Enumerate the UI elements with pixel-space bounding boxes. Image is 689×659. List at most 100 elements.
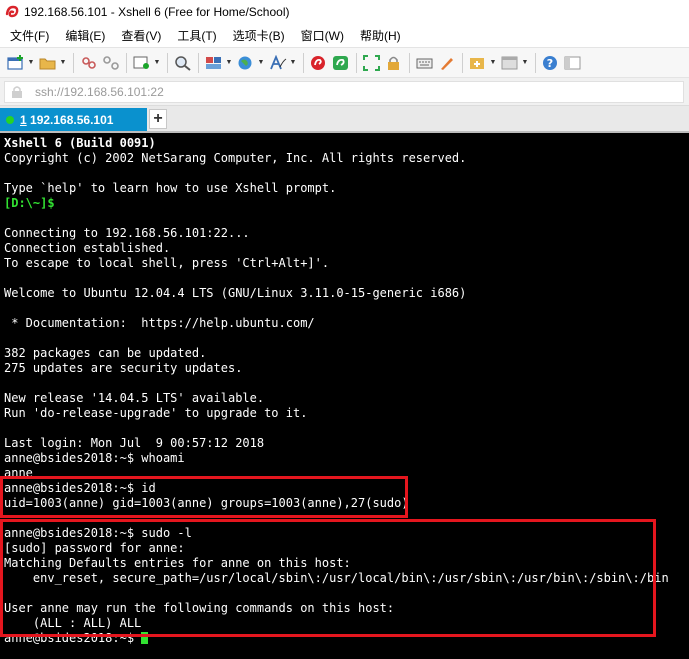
- find-button[interactable]: [172, 52, 194, 74]
- disconnect-icon: [103, 55, 119, 70]
- toolbar-separator: [73, 52, 74, 73]
- menu-help[interactable]: 帮助(H): [352, 27, 409, 44]
- xshell-icon: [311, 55, 325, 70]
- svg-text:?: ?: [547, 57, 553, 70]
- new-session-button[interactable]: [5, 52, 27, 74]
- terminal-cursor: [141, 632, 149, 644]
- fullscreen-button[interactable]: [361, 52, 383, 74]
- terminal-line: 275 updates are security updates.: [4, 361, 243, 375]
- menu-bar: 文件(F) 编辑(E) 查看(V) 工具(T) 选项卡(B) 窗口(W) 帮助(…: [0, 24, 689, 47]
- terminal-line: env_reset, secure_path=/usr/local/sbin\:…: [4, 571, 669, 585]
- terminal-line: * Documentation: https://help.ubuntu.com…: [4, 316, 315, 330]
- menu-tabs[interactable]: 选项卡(B): [225, 27, 293, 44]
- menu-window[interactable]: 窗口(W): [293, 27, 352, 44]
- terminal-line: Matching Defaults entries for anne on th…: [4, 556, 351, 570]
- pen-icon: [441, 57, 453, 70]
- terminal-line: Copyright (c) 2002 NetSarang Computer, I…: [4, 151, 467, 165]
- font-icon: [270, 54, 287, 69]
- encoding-dropdown-icon[interactable]: ▼: [257, 59, 265, 66]
- toolbar-separator: [198, 52, 199, 73]
- new-session-dropdown-icon[interactable]: ▼: [27, 59, 35, 66]
- terminal-prompt: anne@bsides2018:~$: [4, 631, 142, 645]
- session-tab[interactable]: 1 192.168.56.101: [0, 108, 147, 131]
- toolbar: ▼ ▼ ▼ ▼ ▼ ▼ ▼ ▼ ?: [0, 47, 689, 78]
- terminal-line: New release '14.04.5 LTS' available.: [4, 391, 265, 405]
- reconnect-button[interactable]: [78, 52, 100, 74]
- terminal-line: anne@bsides2018:~$ sudo -l: [4, 526, 192, 540]
- address-field[interactable]: ssh://192.168.56.101:22: [4, 80, 684, 103]
- window-button[interactable]: [499, 52, 521, 74]
- fullscreen-icon: [363, 54, 380, 71]
- menu-tools[interactable]: 工具(T): [169, 27, 224, 44]
- layout-dropdown-icon[interactable]: ▼: [225, 59, 233, 66]
- toolbar-separator: [303, 52, 304, 73]
- terminal-line: (ALL : ALL) ALL: [4, 616, 142, 630]
- reconnect-icon: [82, 56, 96, 69]
- terminal-line: Type `help' to learn how to use Xshell p…: [4, 181, 337, 195]
- window-dropdown-icon[interactable]: ▼: [521, 59, 529, 66]
- session-tab-number: 1: [20, 112, 27, 127]
- terminal-line: Welcome to Ubuntu 12.04.4 LTS (GNU/Linux…: [4, 286, 467, 300]
- terminal-line: Run 'do-release-upgrade' to upgrade to i…: [4, 406, 308, 420]
- open-folder-icon: [39, 58, 56, 69]
- address-bar: ssh://192.168.56.101:22: [0, 78, 689, 106]
- terminal-line: anne@bsides2018:~$ id: [4, 481, 156, 495]
- xftp-button[interactable]: [330, 52, 352, 74]
- new-tab-button[interactable]: +: [149, 109, 167, 129]
- title-bar: 192.168.56.101 - Xshell 6 (Free for Home…: [0, 0, 689, 24]
- new-session-icon: [7, 54, 23, 70]
- terminal-line: [D:\~]$: [4, 196, 55, 210]
- add-button[interactable]: [467, 52, 489, 74]
- help-icon: ?: [543, 55, 557, 70]
- terminal-line: Connecting to 192.168.56.101:22...: [4, 226, 250, 240]
- toolbar-separator: [535, 52, 536, 73]
- properties-dropdown-icon[interactable]: ▼: [153, 59, 161, 66]
- layout-icon: [206, 56, 221, 69]
- menu-edit[interactable]: 编辑(E): [57, 27, 113, 44]
- properties-button[interactable]: [131, 52, 153, 74]
- properties-icon: [133, 56, 149, 69]
- address-lock-icon: [12, 85, 22, 98]
- lock-button[interactable]: [383, 52, 405, 74]
- toolbar-separator: [356, 52, 357, 73]
- window-title: 192.168.56.101 - Xshell 6 (Free for Home…: [24, 5, 290, 19]
- terminal[interactable]: Xshell 6 (Build 0091) Copyright (c) 2002…: [0, 133, 689, 659]
- pen-button[interactable]: [436, 52, 458, 74]
- xshell-logo-icon: [5, 5, 19, 18]
- add-dropdown-icon[interactable]: ▼: [489, 59, 497, 66]
- disconnect-button[interactable]: [100, 52, 122, 74]
- session-tab-host: 192.168.56.101: [30, 112, 114, 127]
- encoding-button[interactable]: [235, 52, 257, 74]
- font-dropdown-icon[interactable]: ▼: [289, 59, 297, 66]
- layout-button[interactable]: [203, 52, 225, 74]
- sidebar-button[interactable]: [562, 52, 584, 74]
- terminal-prompt-line: anne@bsides2018:~$: [4, 631, 669, 646]
- terminal-line: User anne may run the following commands…: [4, 601, 395, 615]
- font-button[interactable]: [267, 52, 289, 74]
- help-button[interactable]: ?: [540, 52, 562, 74]
- terminal-line: Connection established.: [4, 241, 171, 255]
- terminal-line: anne: [4, 466, 33, 480]
- tab-bar: 1 192.168.56.101 +: [0, 106, 689, 133]
- lock-icon: [388, 56, 399, 70]
- menu-view[interactable]: 查看(V): [113, 27, 169, 44]
- xftp-icon: [333, 55, 348, 70]
- connected-status-icon: [6, 115, 14, 124]
- open-dropdown-icon[interactable]: ▼: [59, 59, 67, 66]
- menu-file[interactable]: 文件(F): [2, 27, 57, 44]
- open-button[interactable]: [37, 52, 59, 74]
- xshell-button[interactable]: [308, 52, 330, 74]
- toolbar-separator: [167, 52, 168, 73]
- toolbar-separator: [409, 52, 410, 73]
- keyboard-button[interactable]: [414, 52, 436, 74]
- terminal-line: Xshell 6 (Build 0091): [4, 136, 156, 150]
